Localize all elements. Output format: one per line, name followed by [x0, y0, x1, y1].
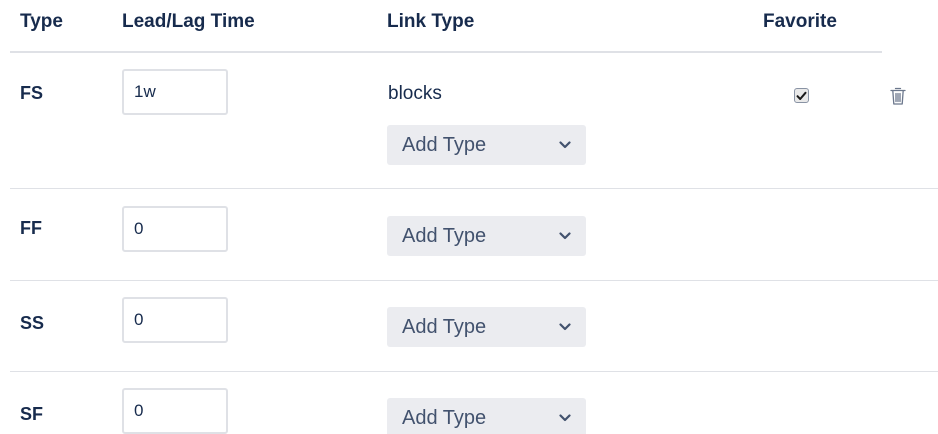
add-type-dropdown[interactable]: Add Type — [387, 216, 586, 256]
column-header-favorite: Favorite — [763, 11, 837, 32]
row-divider — [10, 188, 938, 189]
add-type-dropdown[interactable]: Add Type — [387, 125, 586, 165]
add-type-label: Add Type — [402, 133, 487, 156]
chevron-down-icon — [558, 229, 572, 243]
table-row: SF Add Type — [0, 372, 938, 434]
lead-lag-input[interactable] — [122, 69, 228, 115]
row-type-label: FF — [20, 218, 42, 238]
row-type-label: SS — [20, 313, 45, 333]
add-type-dropdown[interactable]: Add Type — [387, 398, 586, 434]
column-header-type: Type — [20, 11, 63, 32]
table-header: Type Lead/Lag Time Link Type Favorite — [0, 0, 938, 53]
add-type-label: Add Type — [402, 315, 487, 338]
add-type-label: Add Type — [402, 406, 487, 429]
column-header-lead-lag-time: Lead/Lag Time — [122, 11, 255, 32]
trash-icon — [890, 87, 906, 105]
column-header-link-type: Link Type — [387, 11, 475, 32]
add-type-label: Add Type — [402, 224, 487, 247]
lead-lag-input[interactable] — [122, 297, 228, 343]
table-row: FF Add Type — [0, 190, 938, 281]
checkmark-icon — [796, 91, 807, 100]
add-type-dropdown[interactable]: Add Type — [387, 307, 586, 347]
lead-lag-input[interactable] — [122, 388, 228, 434]
chevron-down-icon — [558, 320, 572, 334]
lead-lag-input[interactable] — [122, 206, 228, 252]
row-type-label: SF — [20, 404, 44, 424]
link-type-item: blocks — [388, 83, 442, 104]
row-type-label: FS — [20, 83, 44, 103]
favorite-checkbox[interactable] — [794, 88, 809, 103]
chevron-down-icon — [558, 411, 572, 425]
table-row: FS blocks Add Type — [0, 53, 938, 190]
table-row: SS Add Type — [0, 281, 938, 372]
delete-button[interactable] — [889, 86, 907, 106]
chevron-down-icon — [558, 138, 572, 152]
